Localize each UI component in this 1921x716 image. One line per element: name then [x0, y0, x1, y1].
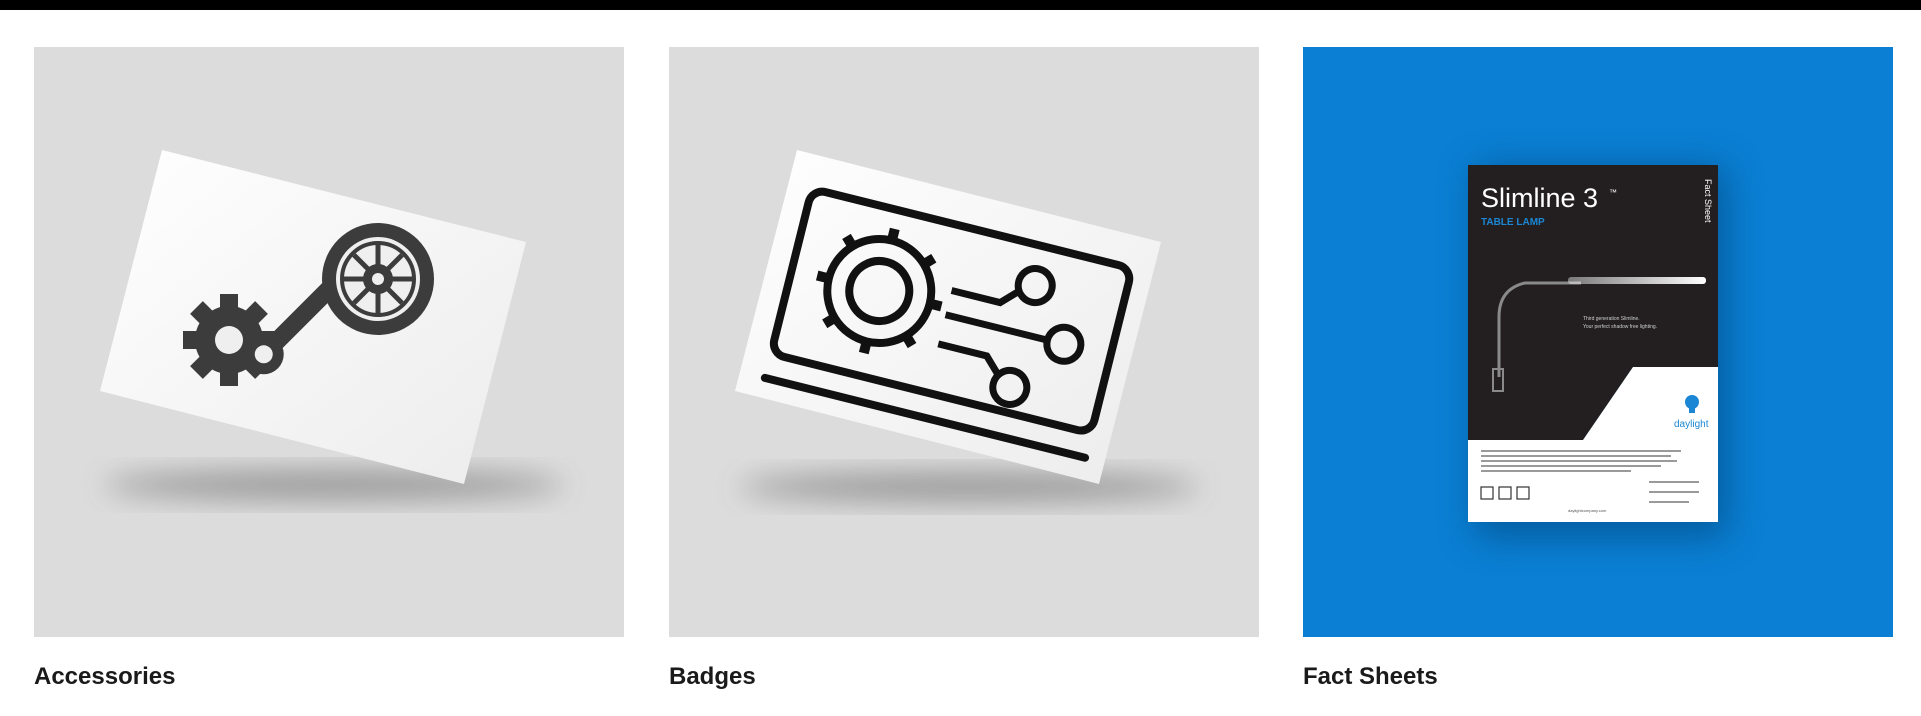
- booklet-side-label: Fact Sheet: [1703, 179, 1713, 223]
- booklet-subheading: TABLE LAMP: [1481, 217, 1545, 228]
- badges-image[interactable]: [669, 47, 1259, 637]
- card-title-accessories[interactable]: Accessories: [34, 662, 624, 692]
- wheel-icon: [322, 223, 434, 335]
- top-bar: [0, 0, 1921, 10]
- category-card-fact-sheets[interactable]: Slimline 3 ™ TABLE LAMP Fact Sheet Third…: [1303, 47, 1893, 692]
- category-card-badges[interactable]: Badges: [669, 47, 1259, 692]
- card-title-fact-sheets[interactable]: Fact Sheets: [1303, 662, 1893, 692]
- booklet-heading: Slimline 3: [1481, 183, 1598, 213]
- booklet-brand: daylight: [1674, 419, 1709, 430]
- fact-sheet-booklet: Slimline 3 ™ TABLE LAMP Fact Sheet Third…: [1468, 165, 1727, 537]
- accessories-image[interactable]: [34, 47, 624, 637]
- badges-card-mockup: [735, 150, 1199, 501]
- booklet-trademark: ™: [1609, 188, 1617, 197]
- category-card-accessories[interactable]: Accessories: [34, 47, 624, 692]
- booklet-tagline-1: Third generation Slimline.: [1583, 316, 1640, 322]
- fact-sheets-image[interactable]: Slimline 3 ™ TABLE LAMP Fact Sheet Third…: [1303, 47, 1893, 637]
- booklet-url: daylightcompany.com: [1568, 508, 1607, 513]
- card-title-badges[interactable]: Badges: [669, 662, 1259, 692]
- accessories-card-mockup: [100, 150, 564, 499]
- booklet-tagline-2: Your perfect shadow free lighting.: [1583, 324, 1657, 330]
